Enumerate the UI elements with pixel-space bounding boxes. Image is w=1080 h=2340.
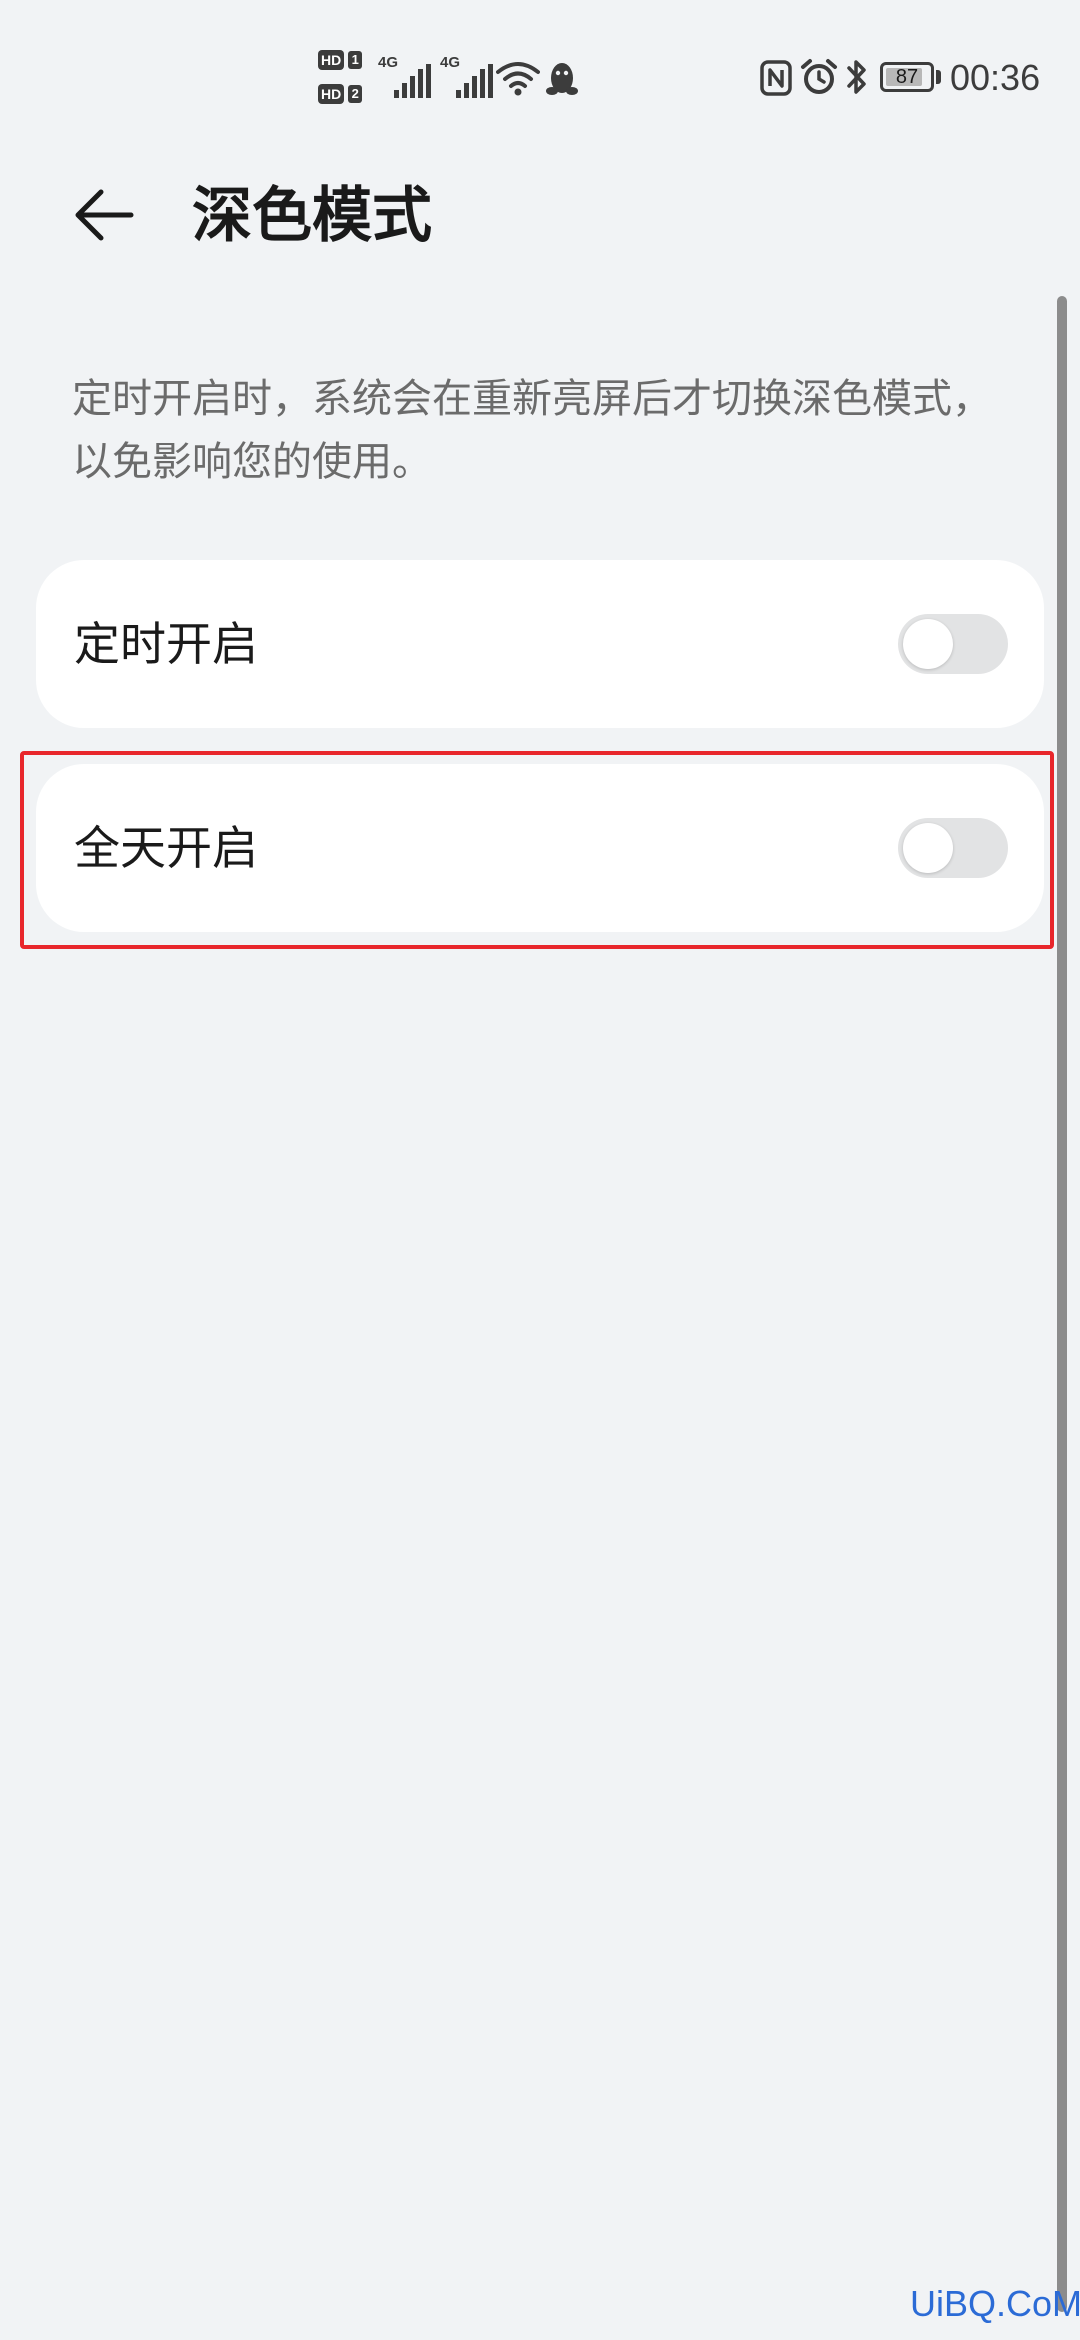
- signal-strength-icon: [456, 64, 493, 98]
- sim-1-status: HD 1: [318, 48, 363, 72]
- settings-description: 定时开启时，系统会在重新亮屏后才切换深色模式，以免影响您的使用。: [72, 376, 992, 485]
- scrollbar[interactable]: [1057, 296, 1067, 2312]
- scheduled-toggle[interactable]: [898, 614, 1008, 674]
- battery-level: 87: [895, 66, 919, 88]
- status-clock: 00:36: [950, 57, 1041, 98]
- sim-1-signal: 4G: [378, 54, 438, 98]
- page-title: 深色模式: [192, 181, 432, 251]
- hd-voice-badge: HD: [318, 50, 345, 70]
- alarm-icon: [801, 59, 837, 94]
- battery-tip: [936, 70, 941, 84]
- signal-strength-icon: [394, 64, 431, 98]
- wifi-icon: [496, 62, 540, 96]
- qq-icon: [546, 63, 578, 95]
- watermark: UiBQ.CoM: [910, 2283, 1080, 2324]
- setting-card-scheduled[interactable]: 定时开启: [36, 560, 1044, 728]
- back-button[interactable]: [60, 170, 150, 260]
- setting-label-scheduled: 定时开启: [74, 617, 258, 671]
- bluetooth-icon: [847, 60, 866, 94]
- toggle-knob: [903, 619, 953, 669]
- sim-2-signal: 4G: [440, 54, 500, 98]
- highlight-annotation-box: [20, 751, 1054, 949]
- sim-2-status: HD 2: [318, 82, 363, 106]
- sim-status: HD 1 HD 2: [318, 48, 372, 108]
- hd-voice-badge: HD: [318, 84, 345, 104]
- status-bar: HD 1 HD 2 4G 4G 87 00:36: [0, 0, 1080, 150]
- sim-index: 2: [348, 85, 363, 103]
- back-arrow-icon: [75, 189, 134, 241]
- battery-icon: 87: [880, 62, 934, 92]
- sim-index: 1: [348, 51, 363, 69]
- nfc-icon: [760, 60, 792, 96]
